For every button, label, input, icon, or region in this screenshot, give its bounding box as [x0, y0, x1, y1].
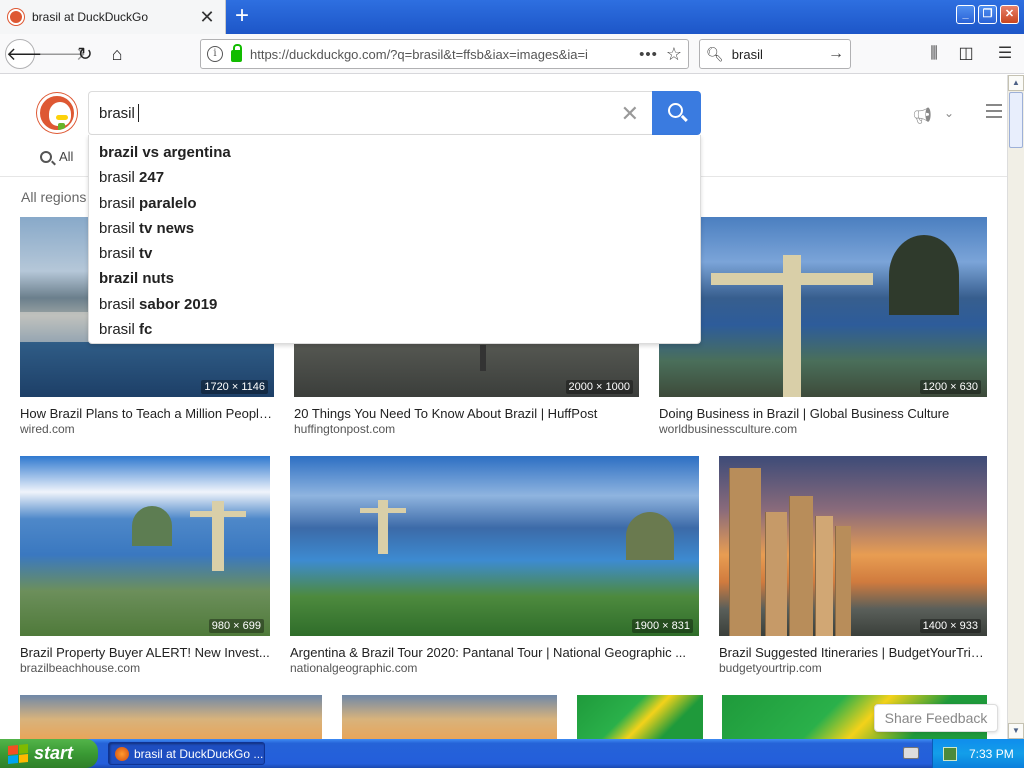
image-result-source[interactable]: budgetyourtrip.com [719, 661, 822, 675]
firefox-icon [115, 746, 129, 761]
site-menu-icon[interactable] [986, 104, 1002, 122]
image-result-thumbnail[interactable]: 1900 × 831 [290, 456, 699, 636]
image-result-thumbnail[interactable] [577, 695, 703, 739]
image-dimensions: 1200 × 630 [919, 380, 981, 394]
suggestion-item[interactable]: brazil nuts [89, 266, 700, 291]
image-result-title[interactable]: Argentina & Brazil Tour 2020: Pantanal T… [290, 645, 699, 660]
suggestion-item[interactable]: brasil paralelo [89, 191, 700, 216]
reload-button[interactable]: ↻ [70, 39, 100, 69]
suggestion-item[interactable]: brasil tv [89, 241, 700, 266]
browser-search-value[interactable]: brasil [732, 47, 828, 62]
windows-taskbar: start brasil at DuckDuckGo ... 7:33 PM [0, 739, 1024, 768]
image-result-source[interactable]: huffingtonpost.com [294, 422, 395, 436]
image-dimensions: 1900 × 831 [631, 619, 693, 633]
new-tab-button[interactable]: + [228, 2, 256, 30]
page-scrollbar[interactable]: ▲ ▼ [1007, 75, 1024, 739]
image-dimensions: 2000 × 1000 [565, 380, 633, 394]
suggestion-item[interactable]: brasil 247 [89, 165, 700, 190]
image-result-thumbnail[interactable]: 980 × 699 [20, 456, 270, 636]
hamburger-menu-icon[interactable]: ☰ [993, 42, 1017, 66]
sidebar-icon[interactable]: ◫ [954, 42, 978, 66]
image-result-source[interactable]: brazilbeachhouse.com [20, 661, 140, 675]
image-dimensions: 1720 × 1146 [201, 380, 268, 394]
bookmark-star-icon[interactable]: ☆ [666, 44, 682, 65]
share-feedback-button[interactable]: Share Feedback [874, 704, 998, 732]
taskbar-window-button[interactable]: brasil at DuckDuckGo ... [108, 742, 265, 765]
start-button[interactable]: start [0, 739, 98, 768]
title-bar: brasil at DuckDuckGo ✕ + _ ❐ ✕ [0, 0, 1024, 34]
browser-search-bar[interactable]: 🔍︎ brasil → [699, 39, 851, 69]
image-result-source[interactable]: worldbusinessculture.com [659, 422, 797, 436]
tab-close-icon[interactable]: ✕ [197, 7, 217, 27]
site-info-icon[interactable]: i [207, 46, 223, 62]
image-dimensions: 1400 × 933 [919, 619, 981, 633]
duckduckgo-logo[interactable] [37, 93, 77, 133]
taskbar-window-label: brasil at DuckDuckGo ... [134, 746, 264, 761]
search-query[interactable]: brasil [99, 105, 135, 122]
image-result-title[interactable]: Brazil Property Buyer ALERT! New Invest.… [20, 645, 270, 660]
forward-button[interactable]: 🡒 [38, 39, 86, 69]
image-result-title[interactable]: How Brazil Plans to Teach a Million Peop… [20, 406, 274, 421]
minimize-button[interactable]: _ [956, 5, 975, 24]
browser-tab[interactable]: brasil at DuckDuckGo ✕ [0, 0, 226, 34]
image-result-thumbnail[interactable]: 1200 × 630 [659, 217, 987, 397]
autocomplete-dropdown: brazil vs argentina brasil 247 brasil pa… [88, 135, 701, 344]
suggestion-item[interactable]: brasil sabor 2019 [89, 292, 700, 317]
scroll-down-arrow-icon[interactable]: ▼ [1008, 723, 1024, 739]
image-result-thumbnail[interactable] [20, 695, 322, 739]
image-result-source[interactable]: wired.com [20, 422, 75, 436]
region-selector[interactable]: All regions [21, 189, 86, 205]
search-input[interactable]: brasil ✕ [88, 91, 653, 135]
suggestion-item[interactable]: brazil vs argentina [89, 140, 700, 165]
search-go-arrow-icon[interactable]: → [828, 45, 844, 63]
tab-title: brasil at DuckDuckGo [32, 10, 149, 24]
image-result-title[interactable]: Doing Business in Brazil | Global Busine… [659, 406, 987, 421]
duckduckgo-favicon-icon [8, 9, 24, 25]
clock[interactable]: 7:33 PM [969, 747, 1014, 761]
address-bar[interactable]: i https://duckduckgo.com/?q=brasil&t=ffs… [200, 39, 689, 69]
tab-all-label: All [59, 149, 74, 164]
search-button[interactable] [652, 91, 701, 135]
image-result-title[interactable]: 20 Things You Need To Know About Brazil … [294, 406, 639, 421]
search-icon [40, 150, 52, 163]
image-result-thumbnail[interactable]: 1400 × 933 [719, 456, 987, 636]
chevron-down-icon[interactable]: ⌄ [944, 106, 954, 120]
close-window-button[interactable]: ✕ [1000, 5, 1019, 24]
maximize-button[interactable]: ❐ [978, 5, 997, 24]
image-result-thumbnail[interactable] [342, 695, 557, 739]
navigation-toolbar: 🡐 🡒 ↻ ⌂ i https://duckduckgo.com/?q=bras… [0, 34, 1024, 74]
clear-search-icon[interactable]: ✕ [621, 101, 639, 127]
search-icon: 🔍︎ [706, 45, 724, 62]
keyboard-icon[interactable] [903, 747, 919, 759]
scrollbar-thumb[interactable] [1009, 92, 1023, 148]
image-result-title[interactable]: Brazil Suggested Itineraries | BudgetYou… [719, 645, 987, 660]
tab-all[interactable]: All [40, 149, 73, 164]
lock-icon [231, 44, 242, 62]
image-dimensions: 980 × 699 [208, 619, 264, 633]
page-actions-icon[interactable]: ••• [639, 46, 658, 63]
url-text[interactable]: https://duckduckgo.com/?q=brasil&t=ffsb&… [250, 47, 631, 62]
scroll-up-arrow-icon[interactable]: ▲ [1008, 75, 1024, 91]
back-button[interactable]: 🡐 [5, 39, 54, 69]
suggestion-item[interactable]: brasil fc [89, 317, 700, 342]
image-result-source[interactable]: nationalgeographic.com [290, 661, 417, 675]
search-icon [668, 103, 683, 118]
megaphone-icon[interactable]: 📢︎ [912, 106, 932, 126]
suggestion-item[interactable]: brasil tv news [89, 216, 700, 241]
home-button[interactable]: ⌂ [102, 39, 132, 69]
network-icon[interactable] [943, 746, 957, 761]
start-label: start [34, 743, 74, 763]
text-caret [137, 104, 139, 122]
windows-logo-icon [8, 743, 28, 764]
library-icon[interactable]: ⫼ [922, 42, 946, 66]
system-tray: 7:33 PM [932, 739, 1024, 768]
